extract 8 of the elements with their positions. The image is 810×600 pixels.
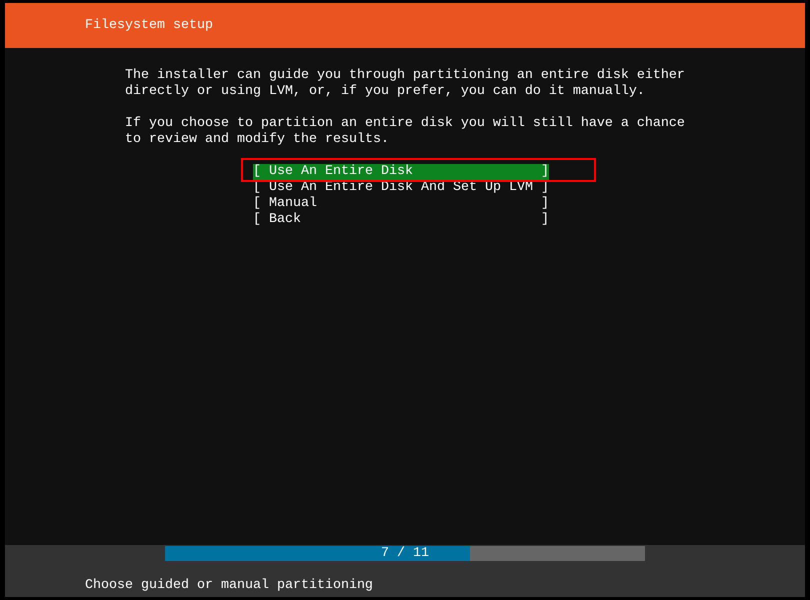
- menu-option[interactable]: [ Use An Entire Disk ]: [253, 164, 549, 180]
- description-text: The installer can guide you through partitioning an entire disk either directly or using LVM, or, if you prefer, you can do it manually.: [125, 68, 686, 100]
- menu-option[interactable]: [ Manual ]: [253, 196, 549, 212]
- progress-label: 7 / 11: [380, 546, 430, 561]
- window-title: Filesystem setup: [85, 18, 213, 33]
- menu-option[interactable]: [ Back ]: [253, 212, 549, 228]
- description-text: If you choose to partition an entire disk you will still have a chance to review and modify the results.: [125, 116, 686, 148]
- status-text: Choose guided or manual partitioning: [85, 578, 374, 594]
